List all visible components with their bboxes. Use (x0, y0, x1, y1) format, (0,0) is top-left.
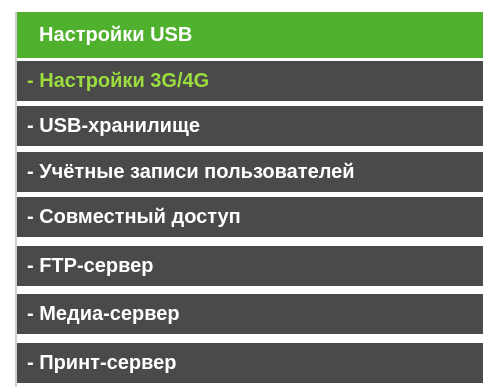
menu-item-usb-storage[interactable]: - USB-хранилище (17, 106, 483, 146)
menu-item-ftp-server[interactable]: - FTP-сервер (17, 246, 483, 286)
menu-item-print-server[interactable]: - Принт-сервер (17, 343, 483, 383)
menu-header-usb-settings[interactable]: Настройки USB (17, 12, 483, 58)
menu-item-media-server[interactable]: - Медиа-сервер (17, 294, 483, 334)
menu-item-sharing[interactable]: - Совместный доступ (17, 197, 483, 237)
menu-item-user-accounts[interactable]: - Учётные записи пользователей (17, 152, 483, 192)
menu-item-3g-4g-settings[interactable]: - Настройки 3G/4G (17, 61, 483, 101)
usb-settings-menu: Настройки USB - Настройки 3G/4G - USB-хр… (15, 12, 483, 387)
